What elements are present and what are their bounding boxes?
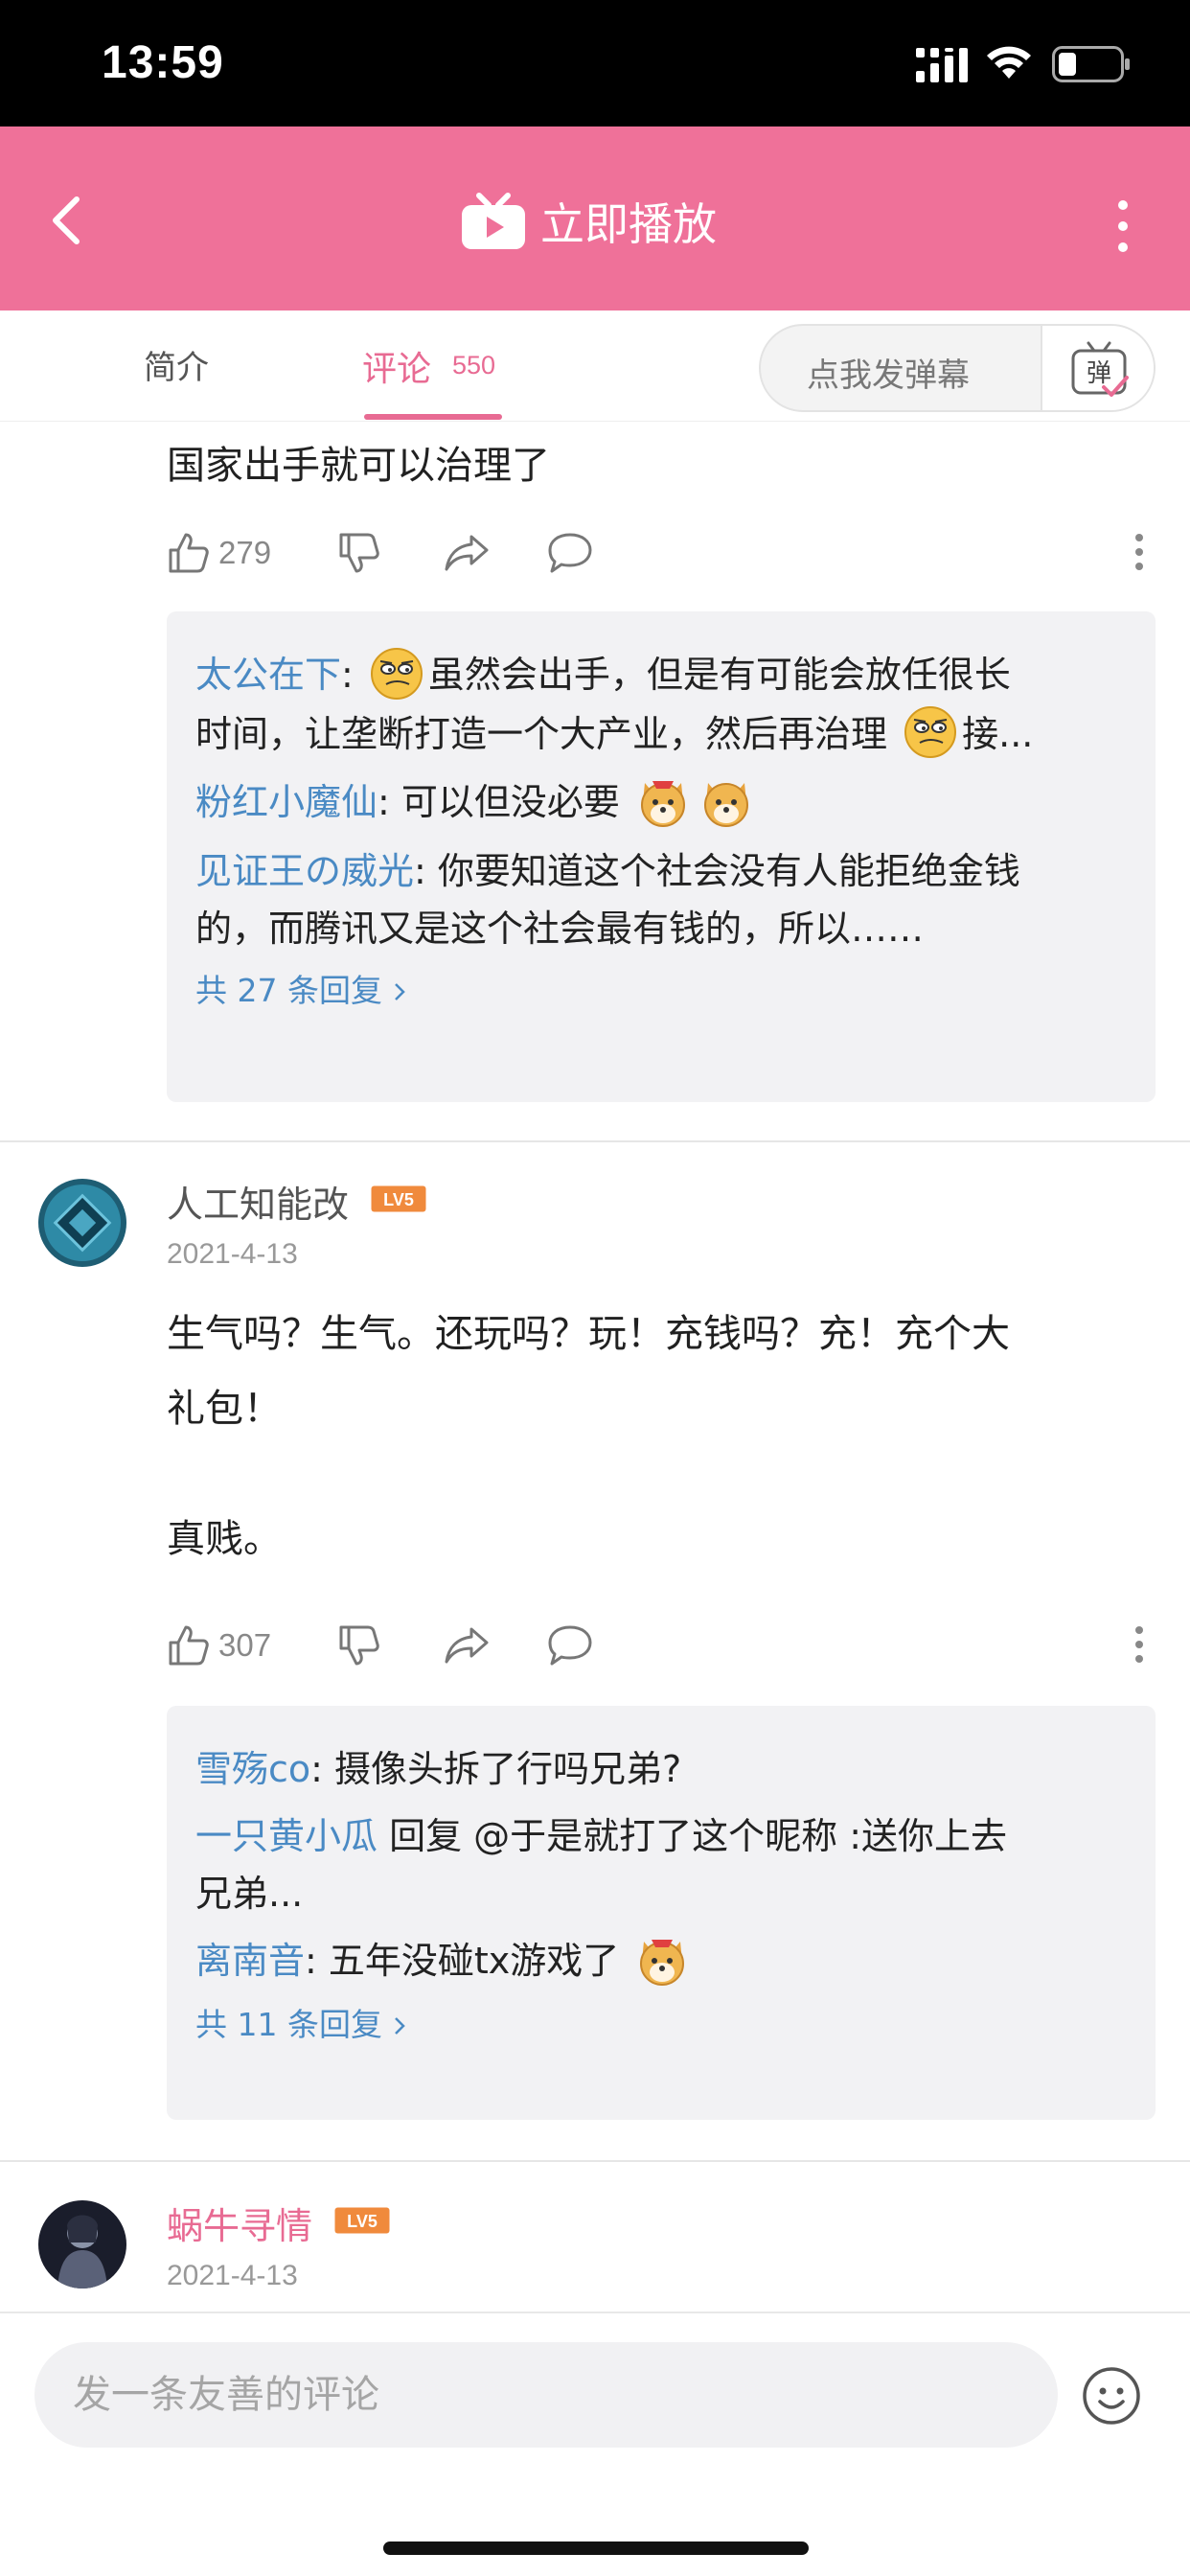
dislike-icon[interactable]	[337, 531, 381, 575]
status-time: 13:59	[102, 37, 224, 88]
comment-body: 国家出手就可以治理了	[167, 444, 550, 488]
view-all-replies-link[interactable]: 共 11 条回复	[195, 2001, 1127, 2049]
view-all-replies-link[interactable]: 共 27 条回复	[195, 967, 1127, 1015]
active-tab-indicator	[364, 414, 502, 420]
comment-divider	[0, 1140, 1190, 1142]
nav-title: 立即播放	[540, 198, 717, 250]
reply-username[interactable]: 太公在下	[195, 654, 341, 696]
comment-actions: 279	[167, 527, 1144, 579]
home-indicator	[383, 2542, 809, 2555]
reply-text: 摄像头拆了行吗兄弟?	[334, 1748, 682, 1790]
nav-bar: 立即播放	[0, 126, 1190, 310]
reply-item[interactable]: 雪殇co: 摄像头拆了行吗兄弟?	[195, 1740, 1127, 1798]
reply-item[interactable]: 见证王の威光: 你要知道这个社会没有人能拒绝金钱 的，而腾讯又是这个社会最有钱的…	[195, 842, 1127, 957]
replies-panel: 太公在下: 虽然会出手，但是有可能会放任很长 时间，让垄断打造一个大产业，然后再…	[167, 611, 1156, 1102]
tab-comments[interactable]: 评论	[362, 341, 431, 391]
battery-icon	[1052, 46, 1130, 82]
back-arrow-icon[interactable]	[48, 194, 86, 247]
comment-date: 2021-4-13	[167, 2260, 298, 2291]
chevron-right-icon	[395, 983, 405, 1000]
shiba-emoji-icon	[641, 780, 686, 827]
level-badge-icon: LV5	[371, 1185, 426, 1212]
reply-username[interactable]: 一只黄小瓜	[195, 1815, 378, 1857]
reply-username[interactable]: 见证王の威光	[195, 850, 414, 892]
comment-count: 550	[452, 351, 496, 380]
comment-date: 2021-4-13	[167, 1238, 298, 1270]
svg-text:弹: 弹	[1087, 359, 1111, 388]
tab-bar: 简介 评论 550 点我发弹幕 弹	[0, 310, 1190, 422]
share-icon[interactable]	[443, 531, 491, 575]
doge-emoji-icon	[370, 647, 423, 700]
reply-text: 你要知道这个社会没有人能拒绝金钱	[437, 849, 1020, 892]
reply-item[interactable]: 一只黄小瓜 回复 @于是就打了这个昵称 :送你上去 兄弟...	[195, 1807, 1127, 1922]
reply-bubble-icon[interactable]	[546, 1623, 594, 1668]
avatar[interactable]	[38, 1179, 126, 1267]
comment-feed[interactable]: 国家出手就可以治理了 279 太公在下: 虽然会出手，但是有可能会放任很长 时间…	[0, 422, 1190, 2312]
comment-username[interactable]: 人工知能改	[167, 1175, 349, 1228]
shiba-emoji-icon	[704, 782, 749, 827]
svg-text:LV5: LV5	[383, 1190, 414, 1209]
play-now-button[interactable]: 立即播放	[460, 188, 717, 255]
reply-username[interactable]: 粉红小魔仙	[195, 781, 378, 823]
like-count: 279	[218, 535, 272, 570]
like-icon[interactable]	[167, 531, 211, 575]
avatar[interactable]	[38, 2200, 126, 2288]
reply-item[interactable]: 离南音: 五年没碰tx游戏了	[195, 1932, 1127, 1991]
comment-divider	[0, 2160, 1190, 2162]
status-bar: 13:59	[0, 0, 1190, 126]
wifi-icon	[987, 46, 1031, 79]
tv-play-icon	[462, 193, 525, 249]
danmu-tv-icon: 弹	[1071, 341, 1129, 397]
tab-intro[interactable]: 简介	[144, 341, 209, 388]
like-count: 307	[218, 1627, 272, 1663]
doge-emoji-icon	[904, 706, 957, 758]
chevron-right-icon	[395, 2017, 405, 2035]
reply-item[interactable]: 粉红小魔仙: 可以但没必要	[195, 773, 1127, 833]
like-icon[interactable]	[167, 1623, 211, 1668]
bottom-comment-bar	[0, 2312, 1190, 2576]
comment-username[interactable]: 蜗牛寻情	[167, 2196, 312, 2249]
comment-actions: 307	[167, 1620, 1144, 1671]
comment-input[interactable]	[34, 2342, 1058, 2448]
more-options-icon[interactable]	[1134, 533, 1144, 571]
share-icon[interactable]	[443, 1623, 491, 1668]
reply-item[interactable]: 太公在下: 虽然会出手，但是有可能会放任很长 时间，让垄断打造一个大产业，然后再…	[195, 646, 1127, 764]
reply-text: 兄弟...	[195, 1873, 304, 1915]
danmu-toggle-button[interactable]: 弹	[1041, 326, 1154, 410]
cellular-signal-icon	[916, 48, 968, 82]
dislike-icon[interactable]	[337, 1623, 381, 1668]
danmu-placeholder: 点我发弹幕	[807, 356, 970, 395]
danmu-input[interactable]: 点我发弹幕 弹	[759, 324, 1156, 412]
reply-text: 五年没碰tx游戏了	[328, 1940, 620, 1982]
reply-username[interactable]: 雪殇co	[195, 1748, 310, 1790]
reply-text: 回复 @于是就打了这个昵称 :送你上去	[378, 1815, 1008, 1857]
reply-text: 虽然会出手，但是有可能会放任很长	[427, 654, 1011, 696]
svg-text:LV5: LV5	[347, 2212, 378, 2231]
more-vertical-icon[interactable]	[1111, 199, 1134, 253]
shiba-emoji-icon	[640, 1939, 685, 1986]
level-badge-icon: LV5	[334, 2207, 390, 2234]
reply-text: 的，而腾讯又是这个社会最有钱的，所以……	[195, 907, 925, 950]
reply-bubble-icon[interactable]	[546, 531, 594, 575]
comment-body: 生气吗？生气。还玩吗？玩！充钱吗？充！充个大 礼包！ 真贱。	[167, 1312, 1010, 1561]
reply-text: 时间，让垄断打造一个大产业，然后再治理	[195, 712, 888, 755]
reply-text: 可以但没必要	[400, 781, 620, 823]
replies-panel: 雪殇co: 摄像头拆了行吗兄弟? 一只黄小瓜 回复 @于是就打了这个昵称 :送你…	[167, 1706, 1156, 2120]
more-options-icon[interactable]	[1134, 1625, 1144, 1664]
emoji-picker-icon[interactable]	[1081, 2365, 1142, 2426]
reply-username[interactable]: 离南音	[195, 1940, 305, 1982]
